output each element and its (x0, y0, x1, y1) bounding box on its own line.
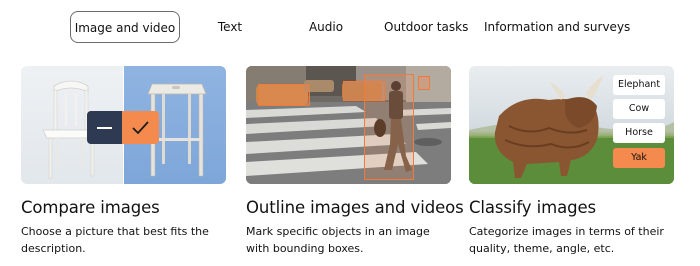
street-scene-illustration (246, 66, 451, 184)
bounding-box[interactable] (258, 84, 310, 106)
minus-icon (97, 127, 112, 129)
tab-information-and-surveys[interactable]: Information and surveys (484, 11, 630, 43)
tab-outdoor-tasks[interactable]: Outdoor tasks (384, 11, 468, 43)
card-title: Compare images (21, 198, 160, 217)
card-classify-images[interactable]: Elephant Cow Horse Yak Classify images C… (469, 66, 674, 255)
card-outline-images-and-videos[interactable]: Outline images and videos Mark specific … (246, 66, 464, 255)
card-compare-images[interactable]: Compare images Choose a picture that bes… (21, 66, 226, 255)
tab-audio[interactable]: Audio (302, 11, 350, 43)
label-option-horse[interactable]: Horse (613, 123, 665, 143)
page: Image and video Text Audio Outdoor tasks… (0, 0, 700, 266)
card-description: Categorize images in terms of their qual… (469, 225, 664, 255)
label-option-yak[interactable]: Yak (613, 148, 665, 168)
card-description: Mark specific objects in an image with b… (246, 225, 430, 255)
bounding-box[interactable] (364, 74, 414, 180)
card-title: Classify images (469, 198, 597, 217)
tab-image-and-video[interactable]: Image and video (70, 11, 180, 43)
select-button[interactable] (122, 111, 159, 144)
compare-images-illustration (21, 66, 226, 184)
tab-text[interactable]: Text (210, 11, 250, 43)
label-option-elephant[interactable]: Elephant (613, 75, 665, 95)
card-title: Outline images and videos (246, 198, 464, 217)
category-tabs: Image and video Text Audio Outdoor tasks… (0, 0, 700, 56)
checkmark-icon (132, 121, 149, 135)
reject-button[interactable] (87, 111, 122, 144)
bounding-box[interactable] (418, 76, 430, 90)
label-option-cow[interactable]: Cow (613, 99, 665, 119)
yak-illustration: Elephant Cow Horse Yak (469, 66, 674, 184)
card-description: Choose a picture that best fits the desc… (21, 225, 209, 255)
